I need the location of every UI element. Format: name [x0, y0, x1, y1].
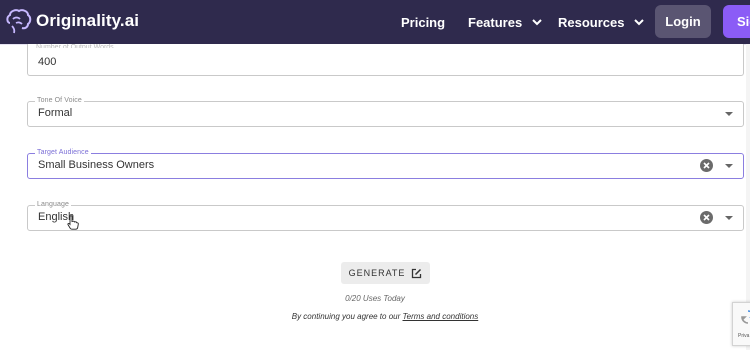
- target-audience-value: Small Business Owners: [38, 159, 155, 171]
- recaptcha-text: Priva: [738, 333, 750, 339]
- clear-icon[interactable]: [700, 159, 713, 172]
- generate-label: GENERATE: [348, 268, 406, 278]
- chevron-down-icon[interactable]: [725, 112, 733, 116]
- output-words-label: Number of Output Words: [36, 44, 114, 48]
- generator-form: Number of Output Words 400 Tone Of Voice…: [0, 0, 750, 350]
- tone-of-voice-select[interactable]: Tone Of Voice Formal: [27, 96, 744, 127]
- recaptcha-badge[interactable]: Priva: [732, 302, 750, 346]
- clear-icon[interactable]: [700, 211, 713, 224]
- terms-prefix: By continuing you agree to our: [291, 312, 401, 321]
- usage-counter: 0/20 Uses Today: [345, 294, 405, 303]
- chevron-down-icon[interactable]: [725, 164, 733, 168]
- recaptcha-icon: [741, 310, 750, 324]
- output-words-value: 400: [38, 56, 57, 68]
- target-audience-label: Target Audience: [35, 148, 91, 157]
- hand-cursor-icon: [67, 215, 79, 230]
- language-select[interactable]: Language English: [27, 200, 744, 231]
- tone-of-voice-value: Formal: [38, 107, 73, 119]
- target-audience-select[interactable]: Target Audience Small Business Owners: [27, 148, 744, 179]
- output-words-field[interactable]: Number of Output Words 400: [27, 44, 744, 76]
- generate-button[interactable]: GENERATE: [341, 262, 430, 284]
- terms-notice: By continuing you agree to our Terms and…: [0, 312, 750, 321]
- tone-of-voice-label: Tone Of Voice: [35, 96, 84, 105]
- terms-link[interactable]: Terms and conditions: [403, 312, 479, 321]
- edit-icon: [412, 268, 422, 278]
- language-label: Language: [35, 200, 71, 209]
- chevron-down-icon[interactable]: [725, 216, 733, 220]
